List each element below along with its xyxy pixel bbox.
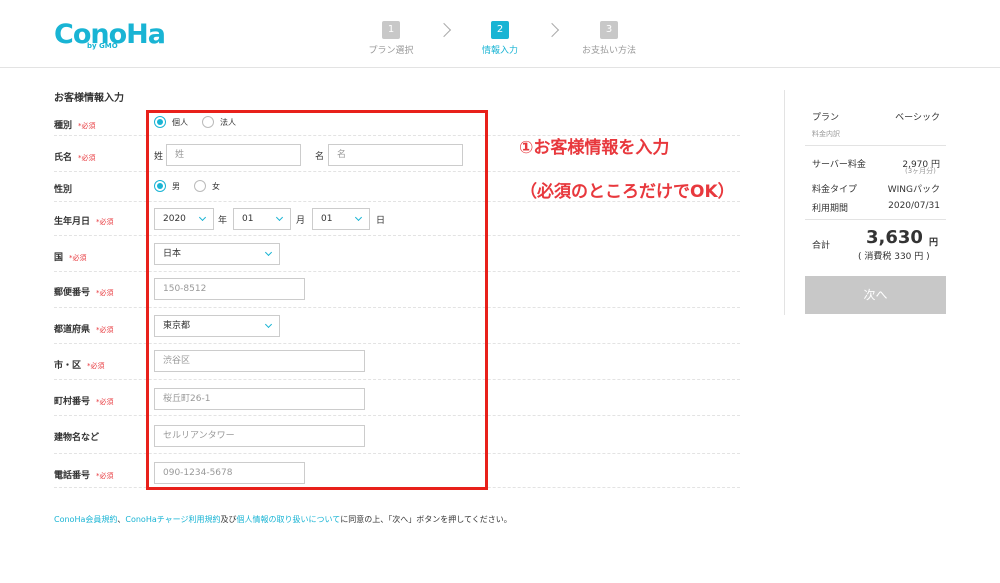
server-fee-note: (3ヶ月分): [905, 167, 936, 175]
row-label: 生年月日 *必須: [54, 214, 114, 227]
step-label: 情報入力: [481, 46, 518, 56]
server-fee-label: サーバー料金: [812, 160, 866, 170]
plan-label: プラン: [812, 113, 840, 123]
phone-label: 電話番号: [54, 471, 91, 481]
terms-text: に同意の上、「次へ」ボタンを押してください。: [340, 515, 512, 524]
summary-plan: プラン ベーシック: [812, 110, 940, 123]
row-label: 国 *必須: [54, 250, 87, 263]
step-number: 1: [382, 21, 400, 39]
tax-note: ( 消費税 330 円 ): [858, 252, 930, 262]
step-number: 2: [491, 21, 509, 39]
row-label: 都道府県 *必須: [54, 322, 114, 335]
chevron-right-icon: [544, 22, 560, 38]
building-label: 建物名など: [54, 433, 100, 443]
plan-value: ベーシック: [895, 113, 940, 123]
required-mark: *必須: [78, 154, 96, 162]
type-label: 種別: [54, 121, 73, 131]
summary-type: 料金タイプ WINGパック: [812, 182, 940, 195]
charge-terms-link[interactable]: ConoHaチャージ利用規約: [125, 515, 220, 524]
terms-notice: ConoHa会員規約、ConoHaチャージ利用規約及び個人情報の取り扱いについて…: [54, 514, 512, 525]
row-label: 種別 *必須: [54, 118, 96, 131]
step-plan: 1 プラン選択: [351, 17, 431, 56]
birthday-label: 生年月日: [54, 217, 91, 227]
separator: 及び: [220, 515, 237, 524]
town-label: 町村番号: [54, 397, 91, 407]
annotation-line2: （必須のところだけでOK）: [520, 182, 735, 202]
gender-label: 性別: [54, 185, 73, 195]
summary-period: 利用期間 2020/07/31: [812, 201, 940, 214]
step-label: お支払い方法: [581, 46, 636, 56]
sidebar-divider: [784, 90, 785, 315]
row-label: 氏名 *必須: [54, 150, 96, 163]
row-label: 町村番号 *必須: [54, 394, 114, 407]
prefecture-label: 都道府県: [54, 325, 91, 335]
next-button[interactable]: 次へ: [805, 276, 946, 314]
fee-type-label: 料金タイプ: [812, 185, 858, 195]
required-mark: *必須: [78, 122, 96, 130]
country-label: 国: [54, 253, 64, 263]
required-mark: *必須: [69, 254, 87, 262]
annotation-box: [146, 110, 488, 490]
total-label: 合計: [812, 241, 831, 251]
required-mark: *必須: [96, 289, 114, 297]
page: ConoHa by GMO 1 プラン選択 2 情報入力 3 お支払い方法 お客…: [0, 0, 1000, 583]
step-number: 3: [600, 21, 618, 39]
logo-byline: by GMO: [87, 42, 118, 50]
required-mark: *必須: [87, 362, 105, 370]
fee-type-value: WINGパック: [887, 185, 940, 195]
breakdown-label: 料金内訳: [812, 130, 840, 138]
required-mark: *必須: [96, 398, 114, 406]
city-label: 市・区: [54, 361, 82, 371]
row-label: 電話番号 *必須: [54, 468, 114, 481]
period-value: 2020/07/31: [888, 201, 940, 211]
name-label: 氏名: [54, 153, 73, 163]
total-value: 3,630: [866, 227, 923, 248]
step-info: 2 情報入力: [460, 17, 540, 56]
step-label: プラン選択: [368, 46, 414, 56]
required-mark: *必須: [96, 472, 114, 480]
required-mark: *必須: [96, 326, 114, 334]
period-label: 利用期間: [812, 204, 849, 214]
member-terms-link[interactable]: ConoHa会員規約: [54, 515, 117, 524]
form-title: お客様情報入力: [54, 93, 124, 104]
total-unit: 円: [929, 238, 939, 248]
divider: [805, 219, 946, 220]
chevron-right-icon: [436, 22, 452, 38]
privacy-link[interactable]: 個人情報の取り扱いについて: [237, 515, 341, 524]
row-label: 郵便番号 *必須: [54, 285, 114, 298]
row-label: 市・区 *必須: [54, 358, 105, 371]
required-mark: *必須: [96, 218, 114, 226]
postal-label: 郵便番号: [54, 288, 91, 298]
annotation-line1: ①お客様情報を入力: [519, 138, 670, 158]
divider: [805, 145, 946, 146]
step-payment: 3 お支払い方法: [569, 17, 649, 56]
header: ConoHa by GMO 1 プラン選択 2 情報入力 3 お支払い方法: [0, 0, 1000, 68]
